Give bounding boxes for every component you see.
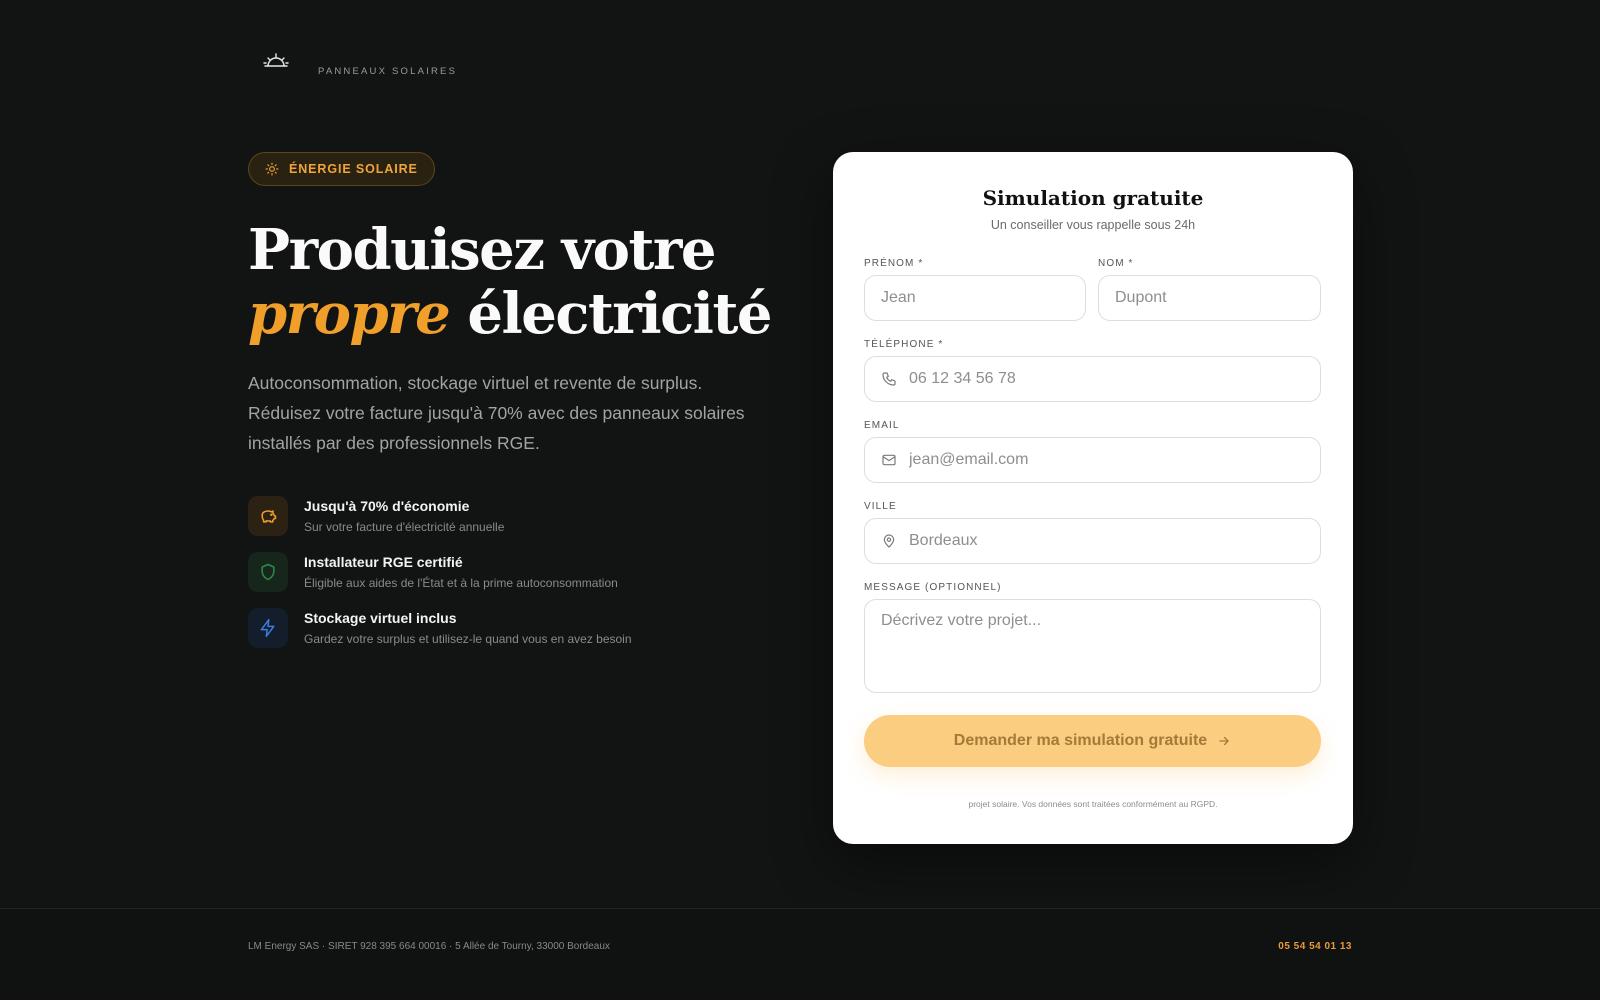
city-input[interactable]: [909, 532, 1320, 550]
email-field[interactable]: [864, 437, 1321, 483]
sun-icon: [265, 162, 279, 176]
submit-button[interactable]: Demander ma simulation gratuite: [864, 715, 1321, 767]
company-info: LM Energy SAS · SIRET 928 395 664 00016 …: [248, 941, 610, 952]
arrow-right-icon: [1219, 736, 1229, 746]
brand-name: PANNEAUX SOLAIRES: [318, 66, 458, 77]
feature-item: Installateur RGE certifié Éligible aux a…: [248, 552, 788, 592]
form-subtitle: Un conseiller vous rappelle sous 24h: [990, 218, 1196, 232]
feature-list: Jusqu'à 70% d'économie Sur votre facture…: [248, 496, 788, 648]
hero-section: ÉNERGIE SOLAIRE Produisez votre propre é…: [248, 152, 788, 664]
phone-label: TÉLÉPHONE *: [864, 339, 944, 350]
map-pin-icon: [883, 534, 895, 548]
mail-icon: [882, 454, 896, 466]
badge-label: ÉNERGIE SOLAIRE: [289, 162, 418, 176]
hero-title-accent: propre: [248, 281, 451, 347]
footer-phone-link[interactable]: 05 54 54 01 13: [1278, 941, 1352, 952]
feature-item: Stockage virtuel inclus Gardez votre sur…: [248, 608, 788, 648]
message-label: MESSAGE (OPTIONNEL): [864, 582, 1002, 593]
email-label: EMAIL: [864, 420, 900, 431]
feature-item: Jusqu'à 70% d'économie Sur votre facture…: [248, 496, 788, 536]
legal-notice: projet solaire. Vos données sont traitée…: [968, 799, 1218, 809]
feature-icon-box: [248, 496, 288, 536]
feature-desc: Éligible aux aides de l'État et à la pri…: [304, 576, 618, 590]
sunrise-icon: [263, 52, 289, 67]
city-label: VILLE: [864, 501, 897, 512]
submit-label: Demander ma simulation gratuite: [953, 732, 1208, 749]
firstname-input[interactable]: [881, 289, 1085, 307]
feature-title: Installateur RGE certifié: [304, 554, 463, 570]
lastname-field[interactable]: [1098, 275, 1321, 321]
form-title: Simulation gratuite: [982, 186, 1204, 210]
shield-icon: [261, 563, 275, 581]
feature-title: Stockage virtuel inclus: [304, 610, 457, 626]
firstname-label: PRÉNOM *: [864, 258, 924, 269]
simulation-form-card: Simulation gratuite Un conseiller vous r…: [833, 152, 1353, 844]
site-header: PANNEAUX SOLAIRES: [262, 46, 457, 77]
phone-icon: [882, 372, 896, 386]
hero-title: Produisez votre propre électricité: [248, 218, 788, 346]
phone-field[interactable]: [864, 356, 1321, 402]
lastname-label: NOM *: [1098, 258, 1134, 269]
piggy-bank-icon: [261, 510, 277, 523]
feature-desc: Gardez votre surplus et utilisez-le quan…: [304, 632, 632, 646]
hero-title-line1: Produisez votre: [248, 217, 716, 283]
feature-icon-box: [248, 552, 288, 592]
feature-icon-box: [248, 608, 288, 648]
site-footer: LM Energy SAS · SIRET 928 395 664 00016 …: [0, 909, 1600, 1000]
firstname-field[interactable]: [864, 275, 1086, 321]
message-field[interactable]: [864, 599, 1321, 693]
category-badge: ÉNERGIE SOLAIRE: [248, 152, 435, 186]
phone-input[interactable]: [909, 370, 1320, 388]
lightning-icon: [260, 618, 275, 638]
city-field[interactable]: [864, 518, 1321, 564]
feature-desc: Sur votre facture d'électricité annuelle: [304, 520, 505, 534]
feature-title: Jusqu'à 70% d'économie: [304, 498, 470, 514]
message-textarea[interactable]: [881, 612, 1320, 682]
hero-lead: Autoconsommation, stockage virtuel et re…: [248, 373, 745, 453]
lastname-input[interactable]: [1115, 289, 1320, 307]
email-input[interactable]: [909, 451, 1320, 469]
hero-title-rest: électricité: [467, 281, 772, 347]
